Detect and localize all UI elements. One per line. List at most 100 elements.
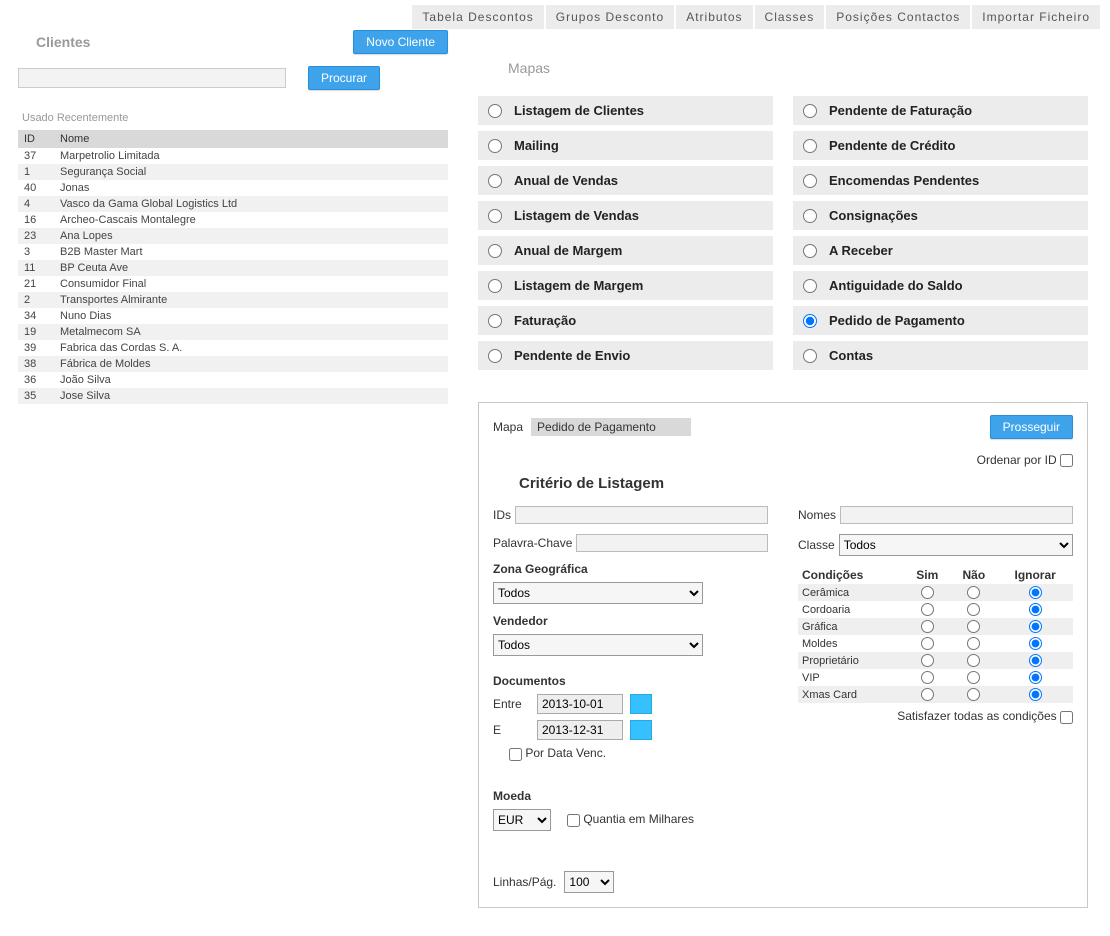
condition-ignore-radio[interactable] (1029, 688, 1042, 701)
table-row[interactable]: 4Vasco da Gama Global Logistics Ltd (18, 196, 448, 212)
mapas-option[interactable]: Pedido de Pagamento (793, 306, 1088, 335)
condition-ignore-radio[interactable] (1029, 654, 1042, 667)
mapas-radio[interactable] (488, 139, 502, 153)
date-to-picker-icon[interactable] (630, 720, 652, 740)
mapas-radio[interactable] (803, 174, 817, 188)
thousands-checkbox[interactable] (567, 814, 580, 827)
row-id: 3 (18, 244, 54, 260)
condition-yes-radio[interactable] (921, 620, 934, 633)
tab-posicoes-contactos[interactable]: Posições Contactos (826, 5, 970, 29)
table-row[interactable]: 40Jonas (18, 180, 448, 196)
mapas-option[interactable]: Encomendas Pendentes (793, 166, 1088, 195)
mapas-radio[interactable] (803, 314, 817, 328)
mapas-option[interactable]: Listagem de Margem (478, 271, 773, 300)
lines-per-page-select[interactable]: 100 (564, 871, 614, 893)
condition-yes-radio[interactable] (921, 671, 934, 684)
keyword-input[interactable] (576, 534, 768, 552)
mapas-option[interactable]: Mailing (478, 131, 773, 160)
mapas-option[interactable]: A Receber (793, 236, 1088, 265)
condition-yes-radio[interactable] (921, 586, 934, 599)
names-input[interactable] (840, 506, 1073, 524)
by-due-date-checkbox[interactable] (509, 748, 522, 761)
zone-select[interactable]: Todos (493, 582, 703, 604)
table-row[interactable]: 19Metalmecom SA (18, 324, 448, 340)
mapas-option[interactable]: Pendente de Faturação (793, 96, 1088, 125)
mapas-radio[interactable] (488, 174, 502, 188)
table-row[interactable]: 35Jose Silva (18, 388, 448, 404)
satisfy-all-checkbox[interactable] (1060, 711, 1073, 724)
mapas-radio[interactable] (488, 244, 502, 258)
date-from-picker-icon[interactable] (630, 694, 652, 714)
table-row[interactable]: 2Transportes Almirante (18, 292, 448, 308)
mapa-label: Mapa (493, 420, 523, 434)
condition-yes-radio[interactable] (921, 654, 934, 667)
table-row[interactable]: 3B2B Master Mart (18, 244, 448, 260)
mapas-radio[interactable] (803, 349, 817, 363)
condition-no-radio[interactable] (967, 637, 980, 650)
mapas-radio[interactable] (488, 209, 502, 223)
condition-no-radio[interactable] (967, 620, 980, 633)
mapas-option[interactable]: Anual de Vendas (478, 166, 773, 195)
table-row[interactable]: 21Consumidor Final (18, 276, 448, 292)
condition-yes-radio[interactable] (921, 637, 934, 650)
table-row[interactable]: 39Fabrica das Cordas S. A. (18, 340, 448, 356)
tab-grupos-desconto[interactable]: Grupos Desconto (546, 5, 674, 29)
proceed-button[interactable]: Prosseguir (990, 415, 1073, 439)
mapas-option[interactable]: Pendente de Crédito (793, 131, 1088, 160)
search-button[interactable]: Procurar (308, 66, 380, 90)
condition-yes-radio[interactable] (921, 603, 934, 616)
table-row[interactable]: 37Marpetrolio Limitada (18, 148, 448, 164)
currency-select[interactable]: EUR (493, 809, 551, 831)
mapas-radio[interactable] (488, 104, 502, 118)
condition-no-radio[interactable] (967, 688, 980, 701)
condition-ignore-radio[interactable] (1029, 637, 1042, 650)
mapas-option[interactable]: Contas (793, 341, 1088, 370)
condition-no-radio[interactable] (967, 671, 980, 684)
order-by-id-checkbox[interactable] (1060, 454, 1073, 467)
seller-select[interactable]: Todos (493, 634, 703, 656)
mapas-radio[interactable] (803, 279, 817, 293)
table-row[interactable]: 34Nuno Dias (18, 308, 448, 324)
table-row[interactable]: 36João Silva (18, 372, 448, 388)
table-row[interactable]: 38Fábrica de Moldes (18, 356, 448, 372)
tab-importar-ficheiro[interactable]: Importar Ficheiro (972, 5, 1100, 29)
condition-ignore-radio[interactable] (1029, 620, 1042, 633)
row-name: BP Ceuta Ave (54, 260, 448, 276)
mapas-radio[interactable] (803, 139, 817, 153)
mapas-radio[interactable] (803, 209, 817, 223)
table-row[interactable]: 16Archeo-Cascais Montalegre (18, 212, 448, 228)
mapas-option[interactable]: Faturação (478, 306, 773, 335)
mapas-option[interactable]: Listagem de Vendas (478, 201, 773, 230)
condition-ignore-radio[interactable] (1029, 671, 1042, 684)
table-row[interactable]: 11BP Ceuta Ave (18, 260, 448, 276)
condition-no-radio[interactable] (967, 603, 980, 616)
mapas-radio[interactable] (803, 244, 817, 258)
condition-yes-radio[interactable] (921, 688, 934, 701)
mapas-option[interactable]: Anual de Margem (478, 236, 773, 265)
new-client-button[interactable]: Novo Cliente (353, 30, 448, 54)
mapas-option[interactable]: Antiguidade do Saldo (793, 271, 1088, 300)
condition-no-radio[interactable] (967, 586, 980, 599)
table-row[interactable]: 23Ana Lopes (18, 228, 448, 244)
class-select[interactable]: Todos (839, 534, 1073, 556)
search-input[interactable] (18, 68, 286, 88)
ids-input[interactable] (515, 506, 768, 524)
mapas-option[interactable]: Consignações (793, 201, 1088, 230)
condition-ignore-radio[interactable] (1029, 603, 1042, 616)
mapas-radio[interactable] (803, 104, 817, 118)
tab-classes[interactable]: Classes (755, 5, 825, 29)
mapas-option[interactable]: Listagem de Clientes (478, 96, 773, 125)
mapas-radio[interactable] (488, 314, 502, 328)
mapas-radio[interactable] (488, 279, 502, 293)
condition-ignore-radio[interactable] (1029, 586, 1042, 599)
tab-tabela-descontos[interactable]: Tabela Descontos (412, 5, 543, 29)
date-to-input[interactable] (537, 720, 623, 740)
table-row[interactable]: 1Segurança Social (18, 164, 448, 180)
mapas-radio[interactable] (488, 349, 502, 363)
ids-label: IDs (493, 508, 511, 522)
condition-no-radio[interactable] (967, 654, 980, 667)
tab-atributos[interactable]: Atributos (676, 5, 752, 29)
conditions-header: Condições (798, 566, 904, 584)
mapas-option[interactable]: Pendente de Envio (478, 341, 773, 370)
date-from-input[interactable] (537, 694, 623, 714)
